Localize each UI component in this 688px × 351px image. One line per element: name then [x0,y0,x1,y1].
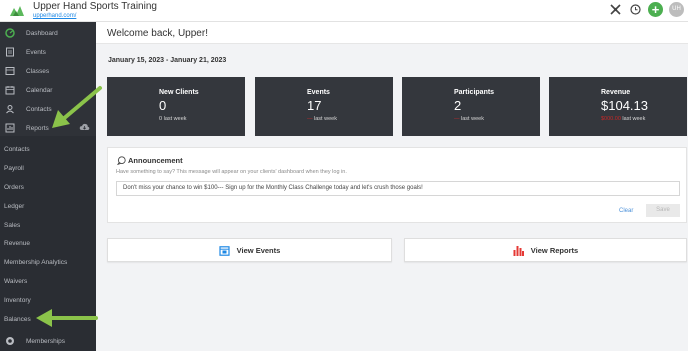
sidebar-report-balances[interactable]: Balances [0,310,96,328]
stat-value: 2 [454,98,462,113]
view-events-button[interactable]: View Events [107,238,392,262]
stat-change-suffix: last week [163,116,187,122]
calendar-icon [5,85,15,95]
app-url-link[interactable]: upperhand.com/ [33,13,157,19]
cloud-download-icon[interactable] [79,123,90,133]
stat-change: 0 last week [159,116,187,122]
stat-change-suffix: last week [461,116,484,122]
sidebar: Dashboard Events Classes Calendar Contac… [0,22,96,351]
stat-change-value: $000.00 [601,116,621,122]
stat-change-suffix: last week [622,116,646,122]
sidebar-item-label: Dashboard [26,29,58,37]
sidebar-item-label: Events [26,48,46,56]
reports-icon [5,123,15,133]
sidebar-report-inventory[interactable]: Inventory [0,291,96,309]
stat-value: $104.13 [601,98,648,113]
sidebar-item-label: Orders [4,183,24,191]
stat-card-events[interactable]: Events 17 — last week [255,77,393,136]
top-bar: Upper Hand Sports Training upperhand.com… [0,0,688,22]
sidebar-report-sales[interactable]: Sales [0,216,96,234]
stat-card-revenue[interactable]: Revenue $104.13 $000.00 last week [549,77,687,136]
sidebar-report-payroll[interactable]: Payroll [0,159,96,177]
announcement-description: Have something to say? This message will… [116,169,347,175]
brand: Upper Hand Sports Training upperhand.com… [33,1,157,20]
top-actions: + UH [608,2,684,17]
sidebar-item-label: Membership Analytics [4,258,68,266]
stat-label: New Clients [159,89,199,96]
sidebar-item-label: Contacts [4,145,30,153]
avatar[interactable]: UH [669,2,684,17]
sidebar-item-label: Revenue [4,239,31,247]
stat-value: 0 [159,98,167,113]
welcome-bar: Welcome back, Upper! [96,22,688,44]
stat-label: Participants [454,89,495,96]
sidebar-item-label: Calendar [26,86,53,94]
announcement-input[interactable]: Don't miss your chance to win $100--- Si… [116,181,680,196]
stat-card-participants[interactable]: Participants 2 — last week [402,77,540,136]
sidebar-item-calendar[interactable]: Calendar [0,81,96,99]
upper-hand-logo-icon[interactable] [9,4,25,18]
page-title: Welcome back, Upper! [107,28,208,39]
stat-label: Events [307,89,330,96]
sidebar-item-label: Inventory [4,296,31,304]
sidebar-item-reports[interactable]: Reports [0,119,96,137]
main-content: Welcome back, Upper! January 15, 2023 - … [96,22,688,351]
stat-change-value: — [307,116,313,122]
sidebar-item-classes[interactable]: Classes [0,62,96,80]
stat-change: — last week [307,116,337,122]
bar-chart-icon [513,245,524,256]
stat-change-value: — [454,116,460,122]
dashboard-icon [5,28,15,38]
sidebar-item-label: Reports [26,124,49,132]
sidebar-report-contacts[interactable]: Contacts [0,140,96,158]
clear-button[interactable]: Clear [619,208,633,214]
events-icon [5,47,15,57]
stat-change: — last week [454,116,484,122]
sidebar-item-dashboard[interactable]: Dashboard [0,24,96,42]
sidebar-report-waivers[interactable]: Waivers [0,272,96,290]
sidebar-item-events[interactable]: Events [0,43,96,61]
sidebar-item-label: Balances [4,315,31,323]
sidebar-report-membership-analytics[interactable]: Membership Analytics [0,253,96,271]
classes-icon [5,66,15,76]
calendar-event-icon [219,245,230,256]
speech-bubble-icon [117,156,126,165]
sidebar-item-label: Payroll [4,164,24,172]
sidebar-item-label: Sales [4,221,21,229]
app-name: Upper Hand Sports Training [33,1,157,12]
announcement-panel: Announcement Have something to say? This… [107,147,687,223]
sidebar-item-label: Memberships [26,337,66,345]
stat-card-new-clients[interactable]: New Clients 0 0 last week [107,77,245,136]
save-button[interactable]: Save [646,204,680,217]
stat-change-value: 0 [159,116,163,122]
sidebar-item-label: Ledger [4,202,25,210]
announcement-title: Announcement [128,156,183,165]
stat-change: $000.00 last week [601,116,645,122]
view-events-label: View Events [236,245,281,255]
sidebar-item-memberships[interactable]: Memberships [0,332,96,350]
sidebar-item-label: Classes [26,67,50,75]
stat-change-suffix: last week [314,116,337,122]
stat-label: Revenue [601,89,631,96]
memberships-icon [5,336,15,346]
add-button[interactable]: + [648,2,663,17]
clock-icon[interactable] [628,3,642,17]
sidebar-report-orders[interactable]: Orders [0,178,96,196]
tools-icon[interactable] [608,3,622,17]
sidebar-item-label: Waivers [4,277,28,285]
sidebar-report-ledger[interactable]: Ledger [0,197,96,215]
sidebar-item-contacts[interactable]: Contacts [0,100,96,118]
stat-value: 17 [307,98,322,113]
view-reports-button[interactable]: View Reports [404,238,687,262]
date-range: January 15, 2023 - January 21, 2023 [108,57,227,64]
sidebar-item-label: Contacts [26,105,52,113]
sidebar-report-revenue[interactable]: Revenue [0,234,96,252]
contacts-icon [5,104,15,114]
view-reports-label: View Reports [530,245,579,255]
